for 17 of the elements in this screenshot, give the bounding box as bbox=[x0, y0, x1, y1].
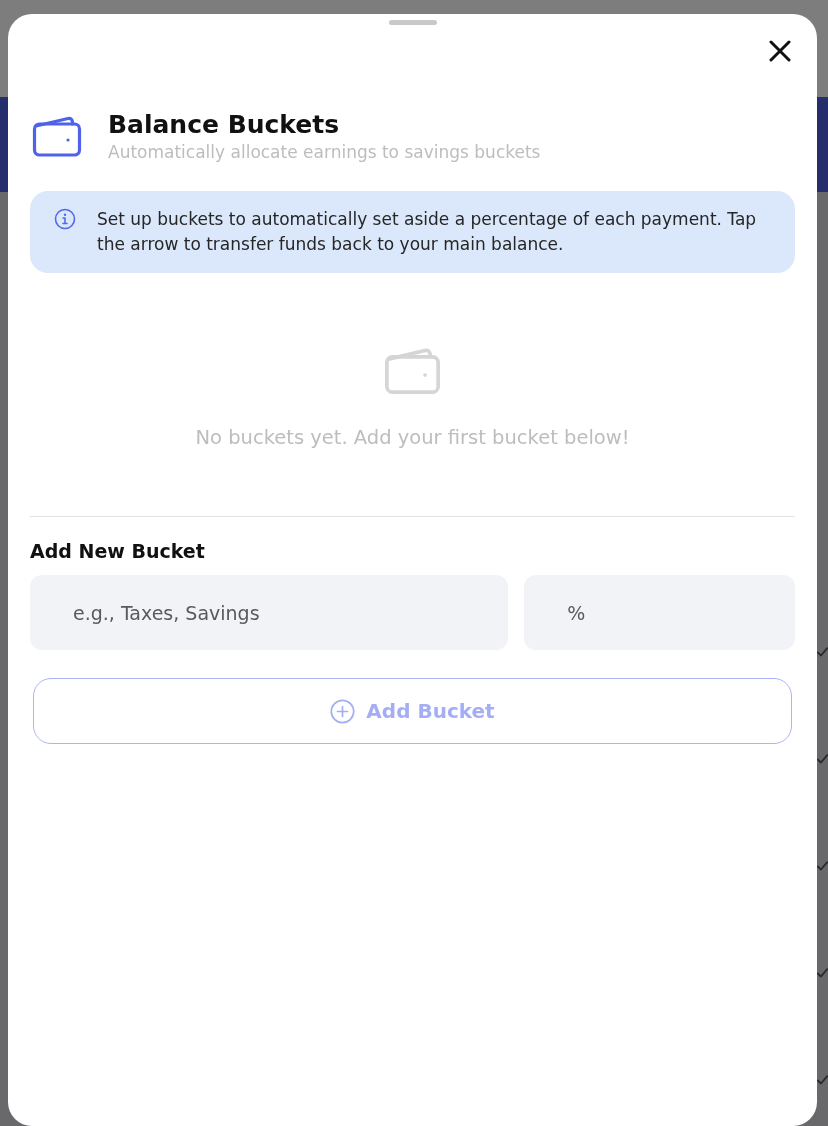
check-icon bbox=[817, 754, 828, 764]
percent-field[interactable]: % bbox=[524, 575, 795, 650]
check-icon bbox=[817, 861, 828, 871]
check-icon bbox=[817, 968, 828, 978]
empty-state-text: No buckets yet. Add your first bucket below! bbox=[195, 426, 630, 450]
sheet-title: Balance Buckets bbox=[108, 109, 341, 141]
bucket-name-field[interactable]: e.g., Taxes, Savings bbox=[30, 575, 509, 650]
check-icon bbox=[817, 647, 828, 657]
form-heading: Add New Bucket bbox=[30, 539, 206, 563]
info-icon bbox=[54, 208, 76, 230]
wallet-icon bbox=[32, 114, 82, 158]
plus-circle-icon bbox=[330, 698, 356, 724]
check-icon bbox=[817, 1075, 828, 1085]
drag-handle[interactable] bbox=[388, 20, 437, 25]
close-icon bbox=[769, 40, 791, 62]
sheet-subtitle: Automatically allocate earnings to savings buckets bbox=[108, 141, 541, 163]
info-text: Set up buckets to automatically set aside a percentage of each payment. Tap the arrow to transfer funds back to your main balance. bbox=[97, 208, 758, 256]
